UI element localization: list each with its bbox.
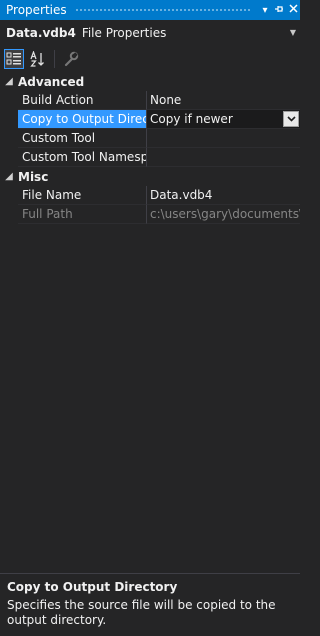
- property-row-custom-tool-namespace[interactable]: Custom Tool Namespac: [0, 148, 300, 167]
- property-value[interactable]: None: [147, 91, 300, 110]
- property-name: Full Path: [18, 205, 147, 224]
- property-row-copy-to-output[interactable]: Copy to Output Directo Copy if newer: [0, 110, 300, 129]
- property-name: Custom Tool: [18, 129, 147, 148]
- property-row-file-name[interactable]: File Name Data.vdb4: [0, 186, 300, 205]
- wrench-icon: [64, 51, 79, 67]
- dropdown-button[interactable]: [283, 111, 299, 127]
- property-value[interactable]: Data.vdb4: [147, 186, 300, 205]
- property-grid: ◢ Advanced Build Action None Copy to Out…: [0, 72, 300, 224]
- property-row-custom-tool[interactable]: Custom Tool: [0, 129, 300, 148]
- property-value-dropdown[interactable]: Copy if newer: [147, 110, 300, 129]
- description-title: Copy to Output Directory: [7, 580, 178, 594]
- category-misc[interactable]: ◢ Misc: [0, 167, 300, 186]
- pin-icon[interactable]: [272, 4, 286, 17]
- properties-toolbar: [0, 46, 300, 72]
- chevron-down-icon: [286, 116, 296, 122]
- property-value[interactable]: [147, 129, 300, 148]
- category-name: Misc: [18, 169, 49, 184]
- categorized-button[interactable]: [4, 49, 24, 69]
- property-value: c:\users\gary\documents\vi: [147, 205, 300, 224]
- object-name: Data.vdb4: [6, 26, 76, 40]
- object-selector[interactable]: Data.vdb4 File Properties ▼: [0, 22, 300, 44]
- property-value[interactable]: [147, 148, 300, 167]
- collapse-icon[interactable]: ◢: [0, 76, 18, 87]
- object-type: File Properties: [81, 26, 167, 40]
- toolbar-separator: [54, 50, 55, 68]
- title-grip[interactable]: [74, 7, 252, 13]
- categorized-icon: [6, 52, 21, 65]
- chevron-down-icon[interactable]: ▼: [290, 28, 296, 37]
- property-row-build-action[interactable]: Build Action None: [0, 91, 300, 110]
- alphabetical-button[interactable]: [28, 49, 48, 69]
- property-name: Build Action: [18, 91, 147, 110]
- window-title: Properties: [6, 3, 67, 17]
- property-name: Custom Tool Namespac: [18, 148, 147, 167]
- close-icon[interactable]: [286, 4, 300, 16]
- window-menu-icon[interactable]: ▾: [258, 5, 272, 16]
- property-name: Copy to Output Directo: [18, 110, 147, 129]
- description-text: Specifies the source file will be copied…: [7, 598, 276, 627]
- sort-alphabetical-icon: [30, 51, 44, 67]
- category-name: Advanced: [18, 74, 85, 89]
- property-row-full-path[interactable]: Full Path c:\users\gary\documents\vi: [0, 205, 300, 224]
- category-advanced[interactable]: ◢ Advanced: [0, 72, 300, 91]
- property-pages-button[interactable]: [61, 49, 81, 69]
- title-bar: Properties ▾: [0, 0, 300, 20]
- description-panel: Copy to Output Directory Specifies the s…: [0, 573, 300, 636]
- property-name: File Name: [18, 186, 147, 205]
- collapse-icon[interactable]: ◢: [0, 171, 18, 182]
